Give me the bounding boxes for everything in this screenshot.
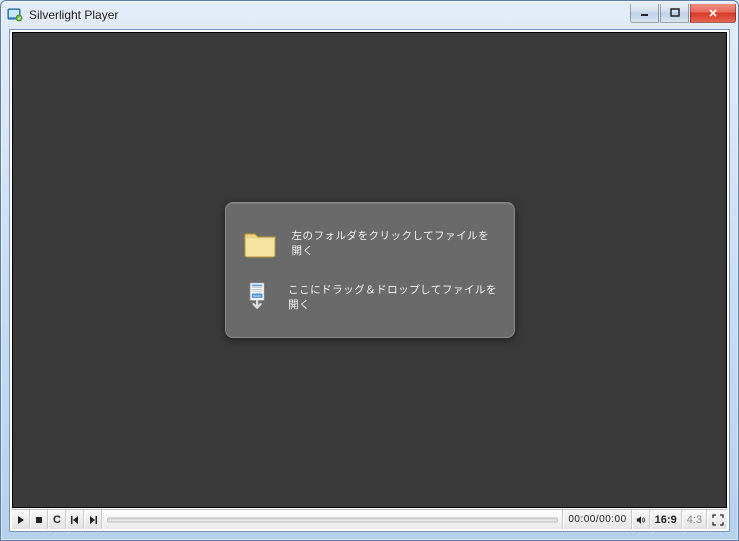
fullscreen-button[interactable] xyxy=(707,510,727,529)
drag-drop-row[interactable]: WMV ここにドラッグ＆ドロップしてファイルを開く xyxy=(242,271,498,323)
volume-button[interactable] xyxy=(632,510,650,529)
drop-panel: 左のフォルダをクリックしてファイルを開く WMV xyxy=(225,202,515,338)
time-display: 00:00/00:00 xyxy=(563,510,631,529)
client-area: 左のフォルダをクリックしてファイルを開く WMV xyxy=(9,29,730,532)
play-button[interactable] xyxy=(12,510,30,529)
stop-button[interactable] xyxy=(30,510,48,529)
video-area[interactable]: 左のフォルダをクリックしてファイルを開く WMV xyxy=(12,32,727,508)
close-button[interactable] xyxy=(690,4,736,23)
app-icon xyxy=(7,7,23,23)
maximize-button[interactable] xyxy=(660,4,689,23)
folder-icon xyxy=(242,225,278,261)
window-buttons xyxy=(630,4,736,23)
minimize-button[interactable] xyxy=(630,4,659,23)
window-title: Silverlight Player xyxy=(29,8,630,22)
aspect-4-3-button[interactable]: 4:3 xyxy=(682,510,707,529)
seek-bar[interactable] xyxy=(102,510,563,529)
control-bar: C 00:00/00:00 16:9 4:3 xyxy=(12,509,727,529)
svg-text:WMV: WMV xyxy=(253,294,262,298)
open-file-row[interactable]: 左のフォルダをクリックしてファイルを開く xyxy=(242,217,498,269)
cycle-label: C xyxy=(53,514,61,526)
cycle-button[interactable]: C xyxy=(48,510,66,529)
seek-track xyxy=(107,517,558,522)
aspect-16-9-button[interactable]: 16:9 xyxy=(650,510,682,529)
drag-drop-label: ここにドラッグ＆ドロップしてファイルを開く xyxy=(288,282,497,312)
open-file-label: 左のフォルダをクリックしてファイルを開く xyxy=(292,228,498,258)
next-button[interactable] xyxy=(84,510,102,529)
titlebar[interactable]: Silverlight Player xyxy=(1,1,738,29)
window-frame: Silverlight Player xyxy=(0,0,739,541)
prev-button[interactable] xyxy=(66,510,84,529)
file-drop-icon: WMV xyxy=(242,279,275,315)
